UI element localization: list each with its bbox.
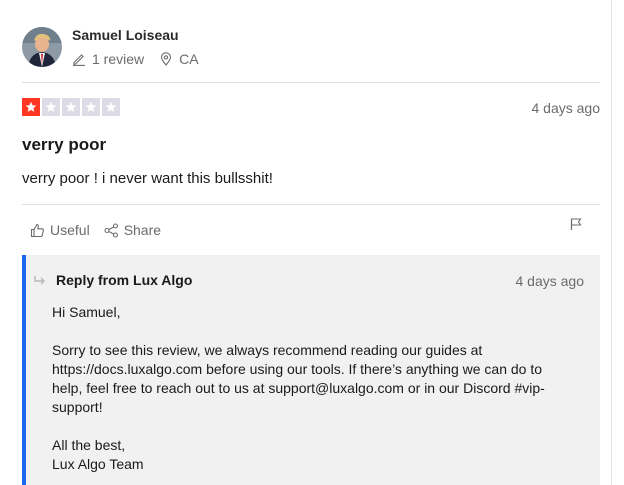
reply-signature: Lux Algo Team: [52, 456, 144, 472]
star-empty-icon: [42, 98, 60, 116]
reply-arrow-icon: [34, 276, 45, 285]
useful-label: Useful: [50, 222, 90, 238]
reviewer-location: CA: [159, 51, 199, 67]
reply-date: 4 days ago: [515, 273, 585, 289]
review-date: 4 days ago: [531, 100, 601, 116]
useful-button[interactable]: Useful: [30, 222, 90, 238]
reply-line: help, feel free to reach out to us at su…: [52, 380, 545, 396]
review-body: verry poor ! i never want this bullsshit…: [22, 170, 273, 187]
review-count: 1 review: [72, 51, 144, 67]
share-icon: [104, 222, 118, 238]
reply-signoff: All the best,: [52, 437, 126, 453]
star-empty-icon: [102, 98, 120, 116]
star-empty-icon: [82, 98, 100, 116]
review-title[interactable]: verry poor: [22, 135, 106, 155]
thumbs-up-icon: [30, 223, 44, 237]
reply-message: Hi Samuel, Sorry to see this review, we …: [52, 303, 582, 474]
pencil-icon: [73, 54, 85, 66]
report-button[interactable]: [569, 217, 583, 236]
reply-line: https://docs.luxalgo.com before using ou…: [52, 361, 543, 377]
divider: [22, 82, 600, 83]
reviewer-name[interactable]: Samuel Loiseau: [72, 26, 199, 44]
flag-icon: [570, 218, 582, 230]
location-label: CA: [179, 51, 199, 67]
avatar[interactable]: [22, 27, 62, 67]
reply-line: Sorry to see this review, we always reco…: [52, 342, 483, 358]
review-actions: Useful Share: [30, 222, 161, 238]
share-button[interactable]: Share: [104, 222, 161, 238]
reply-greeting: Hi Samuel,: [52, 304, 121, 320]
reviewer-header: Samuel Loiseau 1 review CA: [22, 25, 199, 69]
company-reply: Reply from Lux Algo 4 days ago Hi Samuel…: [22, 255, 600, 485]
star-filled-icon: [22, 98, 40, 116]
review-count-label: 1 review: [92, 51, 145, 67]
star-empty-icon: [62, 98, 80, 116]
share-label: Share: [123, 222, 162, 238]
divider: [22, 204, 600, 205]
location-pin-icon: [161, 52, 172, 66]
star-rating: [22, 98, 122, 116]
reply-line: support!: [52, 399, 103, 415]
reply-title: Reply from Lux Algo: [56, 272, 193, 288]
